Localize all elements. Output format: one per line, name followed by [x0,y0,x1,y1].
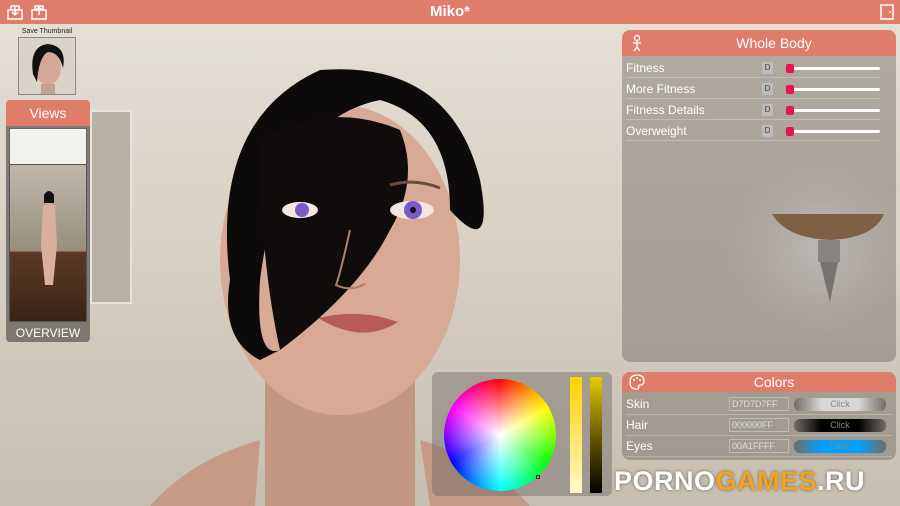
colors-header: Colors [622,372,896,392]
view-slot-1[interactable] [9,128,87,166]
colors-panel: Colors Skin D7D7D7FF Click Hair 000000FF Clic… [622,372,896,460]
save-thumbnail-label: Save Thumbnail [21,28,73,35]
color-label: Eyes [626,439,653,453]
color-wheel[interactable] [444,379,556,491]
color-swatch-button[interactable]: Click [794,398,886,411]
slider-track[interactable] [786,64,880,73]
color-swatch-button[interactable]: Click [794,419,886,432]
watermark: PORNOGAMES.RU [614,466,865,497]
whole-body-title: Whole Body [736,35,812,51]
color-row: Skin D7D7D7FF Click [626,394,892,415]
color-swatch-button[interactable]: Click [794,440,886,453]
slider-label: More Fitness [626,82,696,96]
slider-row: Overweight D [626,121,880,141]
slider-knob[interactable] [786,127,794,136]
whole-body-header: Whole Body [622,30,896,56]
watermark-part-2: GAMES [715,466,818,496]
slider-label: Overweight [626,124,687,138]
views-title: Views [6,100,90,126]
whole-body-panel: Whole Body Fitness D More Fitness D Fitness … [622,30,896,362]
views-panel: Views OVERVIEW [6,100,90,342]
default-button[interactable]: D [762,125,773,137]
palette-icon [628,373,646,391]
color-picker [432,372,612,496]
slider-row: Fitness Details D [626,100,880,120]
slider-track[interactable] [786,127,880,136]
slider-row: More Fitness D [626,79,880,99]
body-figure-icon [628,34,646,52]
slider-knob[interactable] [786,64,794,73]
save-thumbnail-button[interactable] [18,37,76,95]
slider-label: Fitness [626,61,665,75]
color-wheel-knob[interactable] [536,475,540,479]
title-bar: Miko* [0,0,900,24]
window-title: Miko* [429,3,470,20]
slider-row: Fitness D [626,58,880,78]
color-row: Hair 000000FF Click [626,415,892,436]
watermark-part-1: PORNO [614,466,716,496]
thumbnail-face-image [19,38,75,94]
view-overview-preview[interactable] [9,164,87,322]
color-hex-field[interactable]: 000000FF [729,418,789,432]
full-body-preview [41,191,57,285]
default-button[interactable]: D [762,83,773,95]
brightness-slider[interactable] [590,377,602,493]
color-hex-field[interactable]: 00A1FFFF [729,439,789,453]
window-frame [90,110,132,304]
slider-track[interactable] [786,85,880,94]
watermark-part-3: .RU [817,466,866,496]
color-row: Eyes 00A1FFFF Click [626,436,892,457]
color-label: Hair [626,418,649,432]
color-hex-field[interactable]: D7D7D7FF [729,397,789,411]
slider-track[interactable] [786,106,880,115]
slider-knob[interactable] [786,85,794,94]
exit-door-icon[interactable] [878,3,896,21]
slider-knob[interactable] [786,106,794,115]
views-overview-label: OVERVIEW [15,326,81,340]
slider-label: Fitness Details [626,103,705,117]
default-button[interactable]: D [762,104,773,116]
colors-title: Colors [753,374,795,390]
saturation-slider[interactable] [570,377,582,493]
default-button[interactable]: D [762,62,773,74]
color-label: Skin [626,397,650,411]
